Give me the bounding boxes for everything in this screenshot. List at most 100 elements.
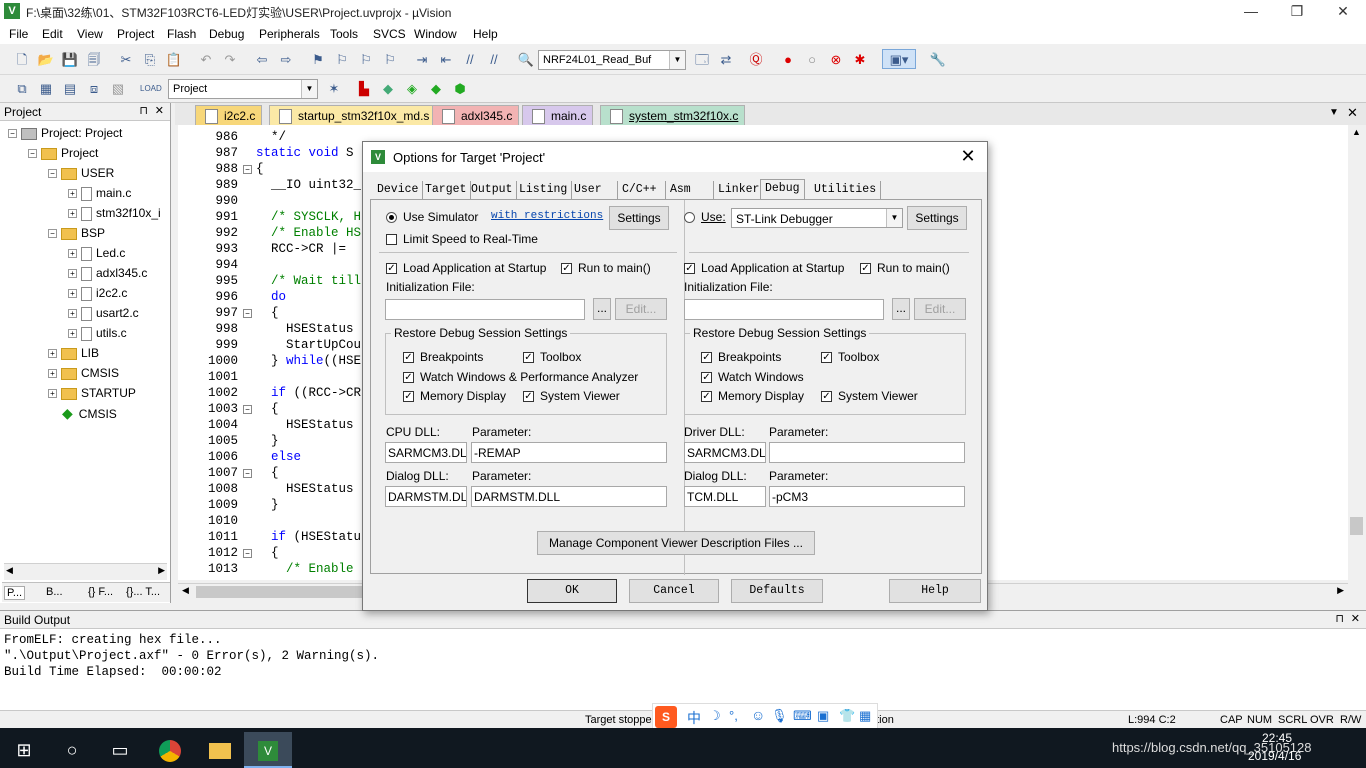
- hscroll-thumb[interactable]: [196, 586, 366, 598]
- toolbox-checkbox-right[interactable]: ✓ Toolbox: [821, 350, 879, 364]
- breakpoint-disable-all-icon[interactable]: ⊗: [826, 50, 846, 70]
- tree-file-usart2[interactable]: + usart2.c: [68, 304, 139, 322]
- checkmark-icon[interactable]: ✓: [403, 352, 414, 364]
- new-file-icon[interactable]: 🗋: [12, 50, 32, 70]
- menu-project[interactable]: Project: [117, 27, 154, 41]
- rte-icon[interactable]: ⬢: [450, 79, 470, 99]
- fold-toggle-icon[interactable]: −: [243, 549, 252, 558]
- select-packs-icon[interactable]: ◆: [426, 79, 446, 99]
- restore-button[interactable]: ❐: [1274, 0, 1320, 23]
- breakpoint-disable-icon[interactable]: ○: [802, 50, 822, 70]
- radio-selected[interactable]: [386, 212, 397, 224]
- use-simulator-radio[interactable]: Use Simulator: [386, 210, 478, 224]
- tab-adxl345-c[interactable]: adxl345.c: [432, 105, 520, 125]
- close-tab-icon[interactable]: ✕: [1347, 105, 1358, 121]
- unindent-icon[interactable]: ⇤: [436, 50, 456, 70]
- menu-window[interactable]: Window: [414, 27, 457, 41]
- checkmark-icon[interactable]: ✓: [386, 263, 397, 275]
- limit-speed-checkbox[interactable]: Limit Speed to Real-Time: [386, 232, 538, 246]
- skin-icon[interactable]: 👕: [839, 708, 855, 724]
- tree-file-utils[interactable]: + utils.c: [68, 324, 127, 342]
- expand-icon[interactable]: +: [68, 189, 77, 199]
- collapse-icon[interactable]: −: [28, 149, 37, 159]
- system-viewer-checkbox-left[interactable]: ✓ System Viewer: [523, 389, 620, 403]
- checkmark-icon[interactable]: ✓: [701, 352, 712, 364]
- moon-icon[interactable]: ☽: [709, 708, 721, 724]
- fold-toggle-icon[interactable]: −: [243, 405, 252, 414]
- configure-icon[interactable]: 🔧: [928, 50, 948, 70]
- tree-file-led[interactable]: + Led.c: [68, 244, 125, 262]
- indent-icon[interactable]: ⇥: [412, 50, 432, 70]
- checkmark-icon[interactable]: ✓: [701, 391, 712, 403]
- ime-lang-icon[interactable]: 中: [687, 708, 701, 728]
- tab-device[interactable]: Device: [373, 181, 424, 199]
- menu-svcs[interactable]: SVCS: [373, 27, 406, 41]
- menu-help[interactable]: Help: [473, 27, 498, 41]
- driver-dll-field[interactable]: SARMCM3.DLL: [684, 442, 766, 463]
- task-view-icon[interactable]: ▭: [96, 732, 144, 768]
- close-icon[interactable]: ✕: [155, 104, 164, 117]
- breakpoint-insert-icon[interactable]: ●: [778, 50, 798, 70]
- bookmark-icon[interactable]: ⚑: [308, 50, 328, 70]
- expand-icon[interactable]: +: [68, 309, 77, 319]
- tree-file-stm32f10x[interactable]: + stm32f10x_i: [68, 204, 161, 222]
- checkmark-icon[interactable]: ✓: [403, 372, 414, 384]
- collapse-icon[interactable]: −: [48, 169, 57, 179]
- expand-icon[interactable]: +: [68, 209, 77, 219]
- expand-icon[interactable]: +: [68, 249, 77, 259]
- uvision-taskbar-icon[interactable]: V: [244, 732, 292, 768]
- edit-button-left[interactable]: Edit...: [615, 298, 667, 320]
- dialog-param-field-right[interactable]: -pCM3: [769, 486, 965, 507]
- dialog-param-field-left[interactable]: DARMSTM.DLL: [471, 486, 667, 507]
- menu-peripherals[interactable]: Peripherals: [259, 27, 320, 41]
- fold-toggle-icon[interactable]: −: [243, 165, 252, 174]
- tree-root[interactable]: − Project: Project: [8, 124, 122, 142]
- with-restrictions-link[interactable]: with restrictions: [491, 210, 603, 222]
- dialog-close-icon[interactable]: ✕: [957, 146, 979, 167]
- expand-icon[interactable]: +: [48, 389, 57, 399]
- clock-date[interactable]: 2019/4/16: [1248, 749, 1301, 763]
- start-windows-icon[interactable]: ⊞: [0, 732, 48, 768]
- expand-icon[interactable]: +: [68, 289, 77, 299]
- breakpoints-checkbox-right[interactable]: ✓ Breakpoints: [701, 350, 781, 364]
- tab-cpp[interactable]: C/C++: [618, 181, 666, 199]
- find-icon[interactable]: 🗔: [692, 50, 712, 70]
- chrome-icon[interactable]: [146, 732, 194, 768]
- keyboard-icon[interactable]: ⌨: [793, 708, 812, 724]
- incremental-find-icon[interactable]: ⇄: [716, 50, 736, 70]
- bookmark-clear-icon[interactable]: ⚐: [380, 50, 400, 70]
- redo-icon[interactable]: ↷: [220, 50, 240, 70]
- checkmark-icon[interactable]: ✓: [403, 391, 414, 403]
- debugger-settings-button[interactable]: Settings: [907, 206, 967, 230]
- system-viewer-checkbox-right[interactable]: ✓ System Viewer: [821, 389, 918, 403]
- checkmark-icon[interactable]: ✓: [821, 352, 832, 364]
- find-in-files-icon[interactable]: 🔍: [516, 50, 536, 70]
- help-button[interactable]: Help: [889, 579, 981, 603]
- tab-debug[interactable]: Debug: [760, 179, 805, 200]
- pin-icon[interactable]: ⊓: [139, 104, 148, 117]
- edit-button-right[interactable]: Edit...: [914, 298, 966, 320]
- tab-project[interactable]: P...: [4, 586, 26, 600]
- translate-icon[interactable]: ⧉: [12, 79, 32, 99]
- manage-project-items-icon[interactable]: ▙: [354, 79, 374, 99]
- tab-output[interactable]: Output: [467, 181, 518, 199]
- pin-icon[interactable]: ⊓: [1335, 612, 1344, 625]
- menu-file[interactable]: File: [9, 27, 28, 41]
- debugger-select[interactable]: ST-Link Debugger ▼: [731, 208, 903, 228]
- dialog-dll-field-right[interactable]: TCM.DLL: [684, 486, 766, 507]
- manage-component-viewer-button[interactable]: Manage Component Viewer Description File…: [537, 531, 815, 555]
- tab-functions[interactable]: {} F...: [88, 586, 113, 598]
- target-combo[interactable]: Project ▼: [168, 79, 318, 99]
- dialog-dll-field-left[interactable]: DARMSTM.DLL: [385, 486, 467, 507]
- checkmark-icon[interactable]: ✓: [523, 391, 534, 403]
- tree-folder-cmsis[interactable]: + CMSIS: [48, 364, 119, 382]
- checkmark-icon[interactable]: ✓: [860, 263, 871, 275]
- tab-asm[interactable]: Asm: [666, 181, 714, 199]
- tree-target[interactable]: − Project: [28, 144, 98, 162]
- save-icon[interactable]: 💾: [60, 50, 80, 70]
- batch-build-icon[interactable]: ⧈: [84, 79, 104, 99]
- checkmark-icon[interactable]: ✓: [684, 263, 695, 275]
- cpu-dll-field[interactable]: SARMCM3.DLL: [385, 442, 467, 463]
- driver-param-field[interactable]: [769, 442, 965, 463]
- tab-linker[interactable]: Linker: [714, 181, 765, 199]
